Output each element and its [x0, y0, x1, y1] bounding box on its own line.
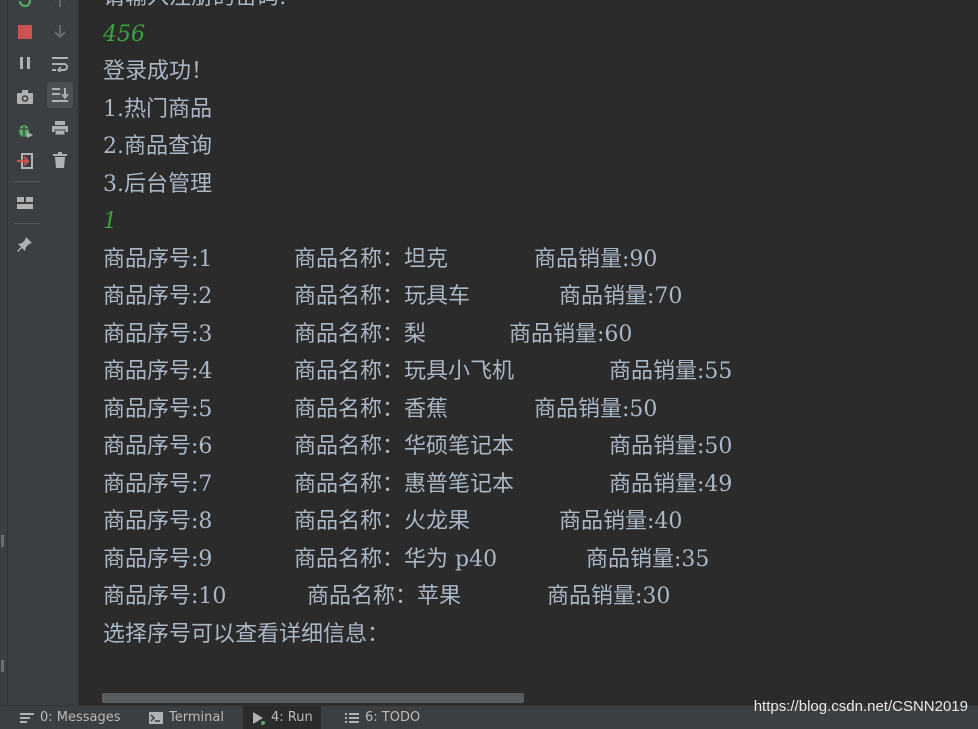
tab-label: 0: Messages — [40, 710, 121, 725]
tab-todo[interactable]: 6: TODO — [337, 706, 428, 729]
console-input-line: 456 — [103, 22, 145, 47]
product-row: 商品序号:9 商品名称：华为 p40 商品销量:35 — [103, 546, 709, 574]
product-name: 商品名称：梨 — [294, 322, 427, 347]
product-row: 商品序号:6 商品名称：华硕笔记本 商品销量:50 — [103, 433, 732, 461]
tab-run[interactable]: 4: Run — [243, 706, 321, 729]
console-line: 3.后台管理 — [103, 172, 212, 197]
product-name: 商品名称：华为 p40 — [294, 547, 498, 572]
exit-icon[interactable] — [12, 148, 38, 174]
console-input-line: 1 — [103, 209, 117, 234]
product-sales: 商品销量:30 — [547, 584, 671, 609]
console-line: 1.热门商品 — [103, 97, 212, 122]
run-icon — [253, 711, 265, 725]
stop-icon[interactable] — [12, 19, 38, 45]
product-id: 商品序号:10 — [103, 584, 227, 609]
rerun-icon[interactable] — [12, 0, 38, 14]
debug-icon[interactable] — [12, 117, 38, 143]
trash-icon[interactable] — [47, 147, 73, 173]
run-toolbar — [8, 0, 79, 705]
product-row: 商品序号:3 商品名称：梨 商品销量:60 — [103, 321, 632, 349]
product-sales: 商品销量:90 — [534, 247, 658, 272]
product-sales: 商品销量:70 — [559, 284, 683, 309]
product-id: 商品序号:4 — [103, 359, 213, 384]
product-id: 商品序号:1 — [103, 247, 213, 272]
up-arrow-icon[interactable] — [47, 0, 73, 14]
pin-icon[interactable] — [12, 231, 38, 257]
tab-label: Terminal — [169, 710, 224, 725]
tab-label: 6: TODO — [365, 710, 421, 725]
toolbar-separator — [14, 181, 40, 182]
edge-marker — [1, 535, 4, 547]
console-line: 请输入注册的密码: — [103, 0, 286, 12]
console-line: 2.商品查询 — [103, 134, 212, 159]
terminal-icon — [149, 711, 163, 724]
tab-label: 4: Run — [271, 710, 313, 725]
product-name: 商品名称：坦克 — [294, 247, 449, 272]
product-sales: 商品销量:35 — [586, 547, 710, 572]
tab-messages[interactable]: 0: Messages — [12, 706, 129, 729]
layout-icon[interactable] — [12, 190, 38, 216]
product-id: 商品序号:2 — [103, 284, 213, 309]
messages-icon — [20, 712, 34, 723]
product-sales: 商品销量:55 — [609, 359, 733, 384]
toolbar-separator — [14, 223, 40, 224]
product-row: 商品序号:1 商品名称：坦克 商品销量:90 — [103, 246, 657, 274]
pause-icon[interactable] — [12, 50, 38, 76]
product-id: 商品序号:6 — [103, 434, 213, 459]
watermark: https://blog.csdn.net/CSNN2019 — [753, 698, 968, 715]
horizontal-scrollbar[interactable] — [102, 693, 524, 703]
product-name: 商品名称：玩具小飞机 — [294, 359, 515, 384]
scroll-to-end-icon[interactable] — [47, 82, 73, 108]
product-name: 商品名称：苹果 — [307, 584, 462, 609]
tab-terminal[interactable]: Terminal — [141, 706, 232, 729]
console-prompt-line: 选择序号可以查看详细信息： — [103, 622, 390, 647]
todo-icon — [345, 712, 359, 723]
product-name: 商品名称：火龙果 — [294, 509, 471, 534]
product-name: 商品名称：玩具车 — [294, 284, 471, 309]
product-row: 商品序号:7 商品名称：惠普笔记本 商品销量:49 — [103, 471, 732, 499]
down-arrow-icon[interactable] — [47, 18, 73, 44]
product-name: 商品名称：华硕笔记本 — [294, 434, 515, 459]
product-row: 商品序号:5 商品名称：香蕉 商品销量:50 — [103, 396, 657, 424]
print-icon[interactable] — [47, 115, 73, 141]
product-row: 商品序号:10 商品名称：苹果 商品销量:30 — [103, 583, 670, 611]
product-id: 商品序号:5 — [103, 397, 213, 422]
console-output[interactable]: 请输入注册的密码: 456 登录成功！ 1.热门商品 2.商品查询 3.后台管理… — [79, 0, 978, 705]
product-name: 商品名称：惠普笔记本 — [294, 472, 515, 497]
product-row: 商品序号:8 商品名称：火龙果 商品销量:40 — [103, 508, 682, 536]
product-sales: 商品销量:49 — [609, 472, 733, 497]
soft-wrap-icon[interactable] — [47, 51, 73, 77]
product-row: 商品序号:4 商品名称：玩具小飞机 商品销量:55 — [103, 358, 732, 386]
product-row: 商品序号:2 商品名称：玩具车 商品销量:70 — [103, 283, 682, 311]
left-edge-strip — [0, 0, 8, 705]
camera-icon[interactable] — [12, 84, 38, 110]
product-sales: 商品销量:50 — [609, 434, 733, 459]
console-line: 登录成功！ — [103, 59, 214, 84]
product-id: 商品序号:8 — [103, 509, 213, 534]
product-name: 商品名称：香蕉 — [294, 397, 449, 422]
product-id: 商品序号:9 — [103, 547, 213, 572]
product-id: 商品序号:3 — [103, 322, 213, 347]
product-sales: 商品销量:50 — [534, 397, 658, 422]
product-id: 商品序号:7 — [103, 472, 213, 497]
product-sales: 商品销量:60 — [509, 322, 633, 347]
edge-marker — [1, 660, 4, 672]
product-sales: 商品销量:40 — [559, 509, 683, 534]
